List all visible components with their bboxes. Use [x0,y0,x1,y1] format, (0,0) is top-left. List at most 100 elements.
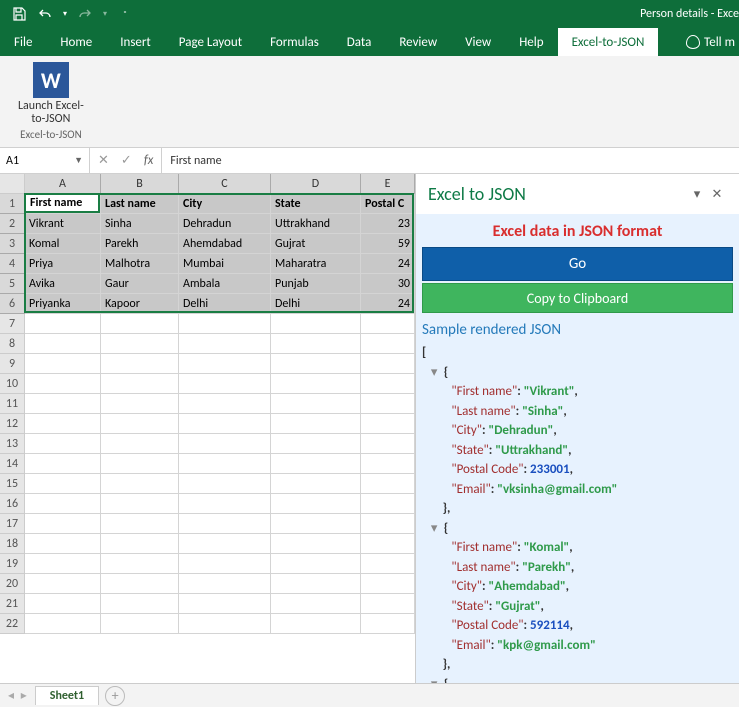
name-box[interactable]: A1 ▼ [0,148,90,173]
cell[interactable] [179,554,271,574]
cell[interactable]: Uttrakhand [271,214,361,234]
cell[interactable] [25,534,101,554]
cell[interactable] [361,614,415,634]
cell[interactable] [25,434,101,454]
cell[interactable] [101,414,179,434]
cell[interactable] [179,314,271,334]
cell[interactable] [179,454,271,474]
cell[interactable] [101,434,179,454]
cell[interactable] [25,354,101,374]
tab-view[interactable]: View [451,28,505,56]
row-header-2[interactable]: 2 [0,214,25,234]
cell[interactable]: Avika [25,274,101,294]
taskpane-menu-icon[interactable]: ▾ [687,184,707,204]
add-sheet-button[interactable]: + [105,686,125,706]
cell[interactable] [179,394,271,414]
col-header-E[interactable]: E [361,174,415,194]
row-header-18[interactable]: 18 [0,534,25,554]
cell[interactable]: Priyanka [25,294,101,314]
row-header-12[interactable]: 12 [0,414,25,434]
cell[interactable] [179,514,271,534]
cell[interactable] [25,374,101,394]
cell[interactable] [25,394,101,414]
cell[interactable]: First name [25,194,101,214]
cell[interactable]: Parekh [101,234,179,254]
cell[interactable] [101,374,179,394]
cell[interactable]: Dehradun [179,214,271,234]
cell[interactable] [271,434,361,454]
cell[interactable] [101,474,179,494]
cell[interactable] [25,334,101,354]
select-all-corner[interactable] [0,174,25,194]
cell[interactable] [25,614,101,634]
col-header-D[interactable]: D [271,174,361,194]
cell[interactable] [25,494,101,514]
cell[interactable] [25,474,101,494]
cell[interactable] [101,514,179,534]
cell[interactable] [271,594,361,614]
cell[interactable] [361,454,415,474]
tab-file[interactable]: File [0,28,46,56]
row-header-8[interactable]: 8 [0,334,25,354]
cell[interactable] [361,354,415,374]
row-header-10[interactable]: 10 [0,374,25,394]
cell[interactable] [25,514,101,534]
row-header-17[interactable]: 17 [0,514,25,534]
row-header-9[interactable]: 9 [0,354,25,374]
cell[interactable] [361,434,415,454]
cell[interactable]: Kapoor [101,294,179,314]
cell[interactable]: Vikrant [25,214,101,234]
col-header-C[interactable]: C [179,174,271,194]
cell[interactable]: Komal [25,234,101,254]
cell[interactable] [179,494,271,514]
cell[interactable] [179,334,271,354]
cell[interactable] [361,474,415,494]
qat-customize-icon[interactable]: ⁼ [114,3,136,25]
cell[interactable] [179,534,271,554]
cell[interactable] [101,494,179,514]
cell[interactable] [361,554,415,574]
fx-icon[interactable]: fx [144,153,154,168]
cell[interactable]: 23 [361,214,415,234]
cell[interactable] [101,354,179,374]
cell[interactable] [25,554,101,574]
cell[interactable]: Maharatra [271,254,361,274]
cell[interactable] [361,494,415,514]
row-header-21[interactable]: 21 [0,594,25,614]
cell[interactable] [361,574,415,594]
tab-review[interactable]: Review [385,28,451,56]
cell[interactable] [101,554,179,574]
cell[interactable]: Last name [101,194,179,214]
col-header-B[interactable]: B [101,174,179,194]
cell[interactable] [179,434,271,454]
cell[interactable] [101,594,179,614]
row-header-15[interactable]: 15 [0,474,25,494]
cell[interactable] [271,334,361,354]
cell[interactable] [271,454,361,474]
cell[interactable] [361,594,415,614]
tab-excel-to-json[interactable]: Excel-to-JSON [558,28,659,56]
cell[interactable]: City [179,194,271,214]
cell[interactable]: 30 [361,274,415,294]
cell[interactable] [361,314,415,334]
undo-icon[interactable] [34,3,56,25]
go-button[interactable]: Go [422,247,733,281]
tab-formulas[interactable]: Formulas [256,28,333,56]
cell[interactable] [179,614,271,634]
cell[interactable] [25,594,101,614]
row-header-6[interactable]: 6 [0,294,25,314]
row-header-13[interactable]: 13 [0,434,25,454]
cell[interactable] [101,574,179,594]
redo-dropdown-icon[interactable]: ▾ [100,3,110,25]
cell[interactable] [25,454,101,474]
cell[interactable] [101,314,179,334]
cell[interactable]: Postal C [361,194,415,214]
cell[interactable] [271,354,361,374]
tab-home[interactable]: Home [46,28,106,56]
cell[interactable]: Delhi [179,294,271,314]
row-header-19[interactable]: 19 [0,554,25,574]
col-header-A[interactable]: A [25,174,101,194]
cell[interactable]: Gujrat [271,234,361,254]
tab-page-layout[interactable]: Page Layout [165,28,256,56]
spreadsheet-grid[interactable]: ABCDE12345678910111213141516171819202122… [0,174,415,683]
